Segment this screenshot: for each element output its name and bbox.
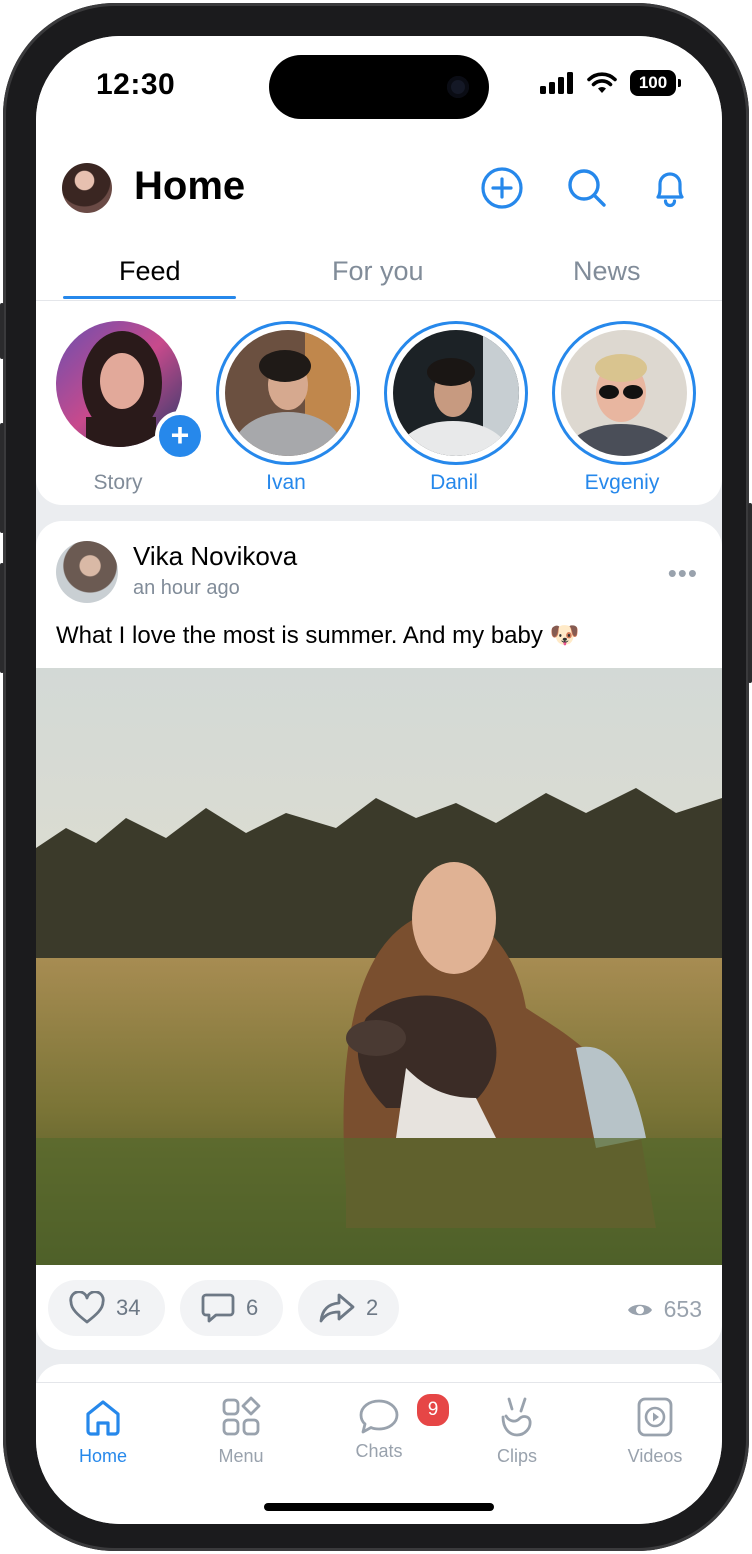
share-icon xyxy=(319,1293,355,1323)
post-photo[interactable] xyxy=(36,668,722,1265)
bell-icon[interactable] xyxy=(646,164,694,212)
story-ring xyxy=(384,321,528,465)
tabbar-label: Home xyxy=(78,1446,127,1466)
camera-icon xyxy=(447,76,469,98)
story-photo xyxy=(393,330,519,456)
video-play-icon xyxy=(637,1397,673,1437)
page-title: Home xyxy=(134,164,246,208)
post-time: an hour ago xyxy=(133,577,240,599)
tab-indicator xyxy=(63,296,236,299)
story-name: Story xyxy=(93,471,143,494)
post-author-avatar[interactable] xyxy=(56,541,118,603)
tab-feed[interactable]: Feed xyxy=(119,256,181,287)
comment-icon xyxy=(201,1293,235,1323)
story-photo xyxy=(561,330,687,456)
status-icons: 100 xyxy=(540,70,681,96)
story-evgeniy[interactable]: Evgeniy xyxy=(552,321,696,495)
post-author-name[interactable]: Vika Novikova xyxy=(133,541,297,572)
header-card: 12:30 100 Home Feed For you News + Story… xyxy=(36,36,722,505)
tab-bar: Home Menu 9 Chats Clips Videos xyxy=(36,1382,722,1524)
share-button[interactable]: 2 xyxy=(298,1280,399,1336)
story-ivan[interactable]: Ivan xyxy=(216,321,360,495)
like-button[interactable]: 34 xyxy=(48,1280,165,1336)
menu-grid-icon xyxy=(222,1396,261,1436)
eye-icon xyxy=(627,1304,652,1315)
story-name: Evgeniy xyxy=(584,471,660,494)
tabbar-clips[interactable]: Clips xyxy=(462,1395,572,1467)
volume-down-button xyxy=(0,563,4,673)
signal-icon xyxy=(540,72,573,94)
story-ring xyxy=(552,321,696,465)
story-name: Ivan xyxy=(266,471,306,494)
story-name: Danil xyxy=(430,471,478,494)
tabbar-label: Chats xyxy=(355,1441,403,1461)
tabbar-label: Menu xyxy=(218,1446,264,1466)
views-count: 653 xyxy=(663,1296,702,1322)
story-ring xyxy=(216,321,360,465)
search-icon[interactable] xyxy=(563,164,611,212)
clips-icon xyxy=(501,1397,532,1437)
story-danil[interactable]: Danil xyxy=(384,321,528,495)
heart-icon xyxy=(69,1291,105,1324)
tabbar-label: Clips xyxy=(496,1446,537,1466)
more-icon[interactable]: ••• xyxy=(668,560,698,586)
comment-count: 6 xyxy=(246,1295,259,1320)
power-button xyxy=(748,503,752,683)
tab-news[interactable]: News xyxy=(573,256,641,287)
tabbar-chats[interactable]: 9 Chats xyxy=(324,1391,452,1462)
status-time: 12:30 xyxy=(96,68,176,101)
story-photo xyxy=(225,330,351,456)
wifi-icon xyxy=(587,72,617,93)
post-card: Vika Novikova an hour ago ••• What I lov… xyxy=(36,521,722,1350)
mute-switch xyxy=(0,303,4,359)
volume-up-button xyxy=(0,423,4,533)
story-own[interactable]: + Story xyxy=(48,321,205,495)
battery-indicator: 100 xyxy=(630,70,681,96)
tab-for-you[interactable]: For you xyxy=(332,256,424,287)
share-count: 2 xyxy=(366,1295,379,1320)
comment-button[interactable]: 6 xyxy=(180,1280,283,1336)
tabbar-home[interactable]: Home xyxy=(48,1395,158,1467)
home-indicator xyxy=(264,1503,494,1511)
feed-tabs: Feed For you News xyxy=(36,248,722,301)
like-count: 34 xyxy=(116,1295,141,1320)
chats-badge: 9 xyxy=(414,1391,452,1429)
home-icon xyxy=(86,1400,120,1436)
add-circle-icon[interactable] xyxy=(478,164,526,212)
screen: 12:30 100 Home Feed For you News + Story… xyxy=(36,36,722,1524)
tabbar-label: Videos xyxy=(627,1446,683,1466)
post-text: What I love the most is summer. And my b… xyxy=(56,622,580,649)
views-counter: 653 xyxy=(626,1296,702,1323)
dynamic-island xyxy=(269,55,489,119)
add-story-icon[interactable]: + xyxy=(155,411,205,461)
profile-avatar[interactable] xyxy=(62,163,112,213)
chat-bubble-icon xyxy=(359,1399,399,1434)
tabbar-videos[interactable]: Videos xyxy=(600,1395,710,1467)
phone-frame: 12:30 100 Home Feed For you News + Story… xyxy=(0,3,752,1551)
tabbar-menu[interactable]: Menu xyxy=(186,1395,296,1467)
